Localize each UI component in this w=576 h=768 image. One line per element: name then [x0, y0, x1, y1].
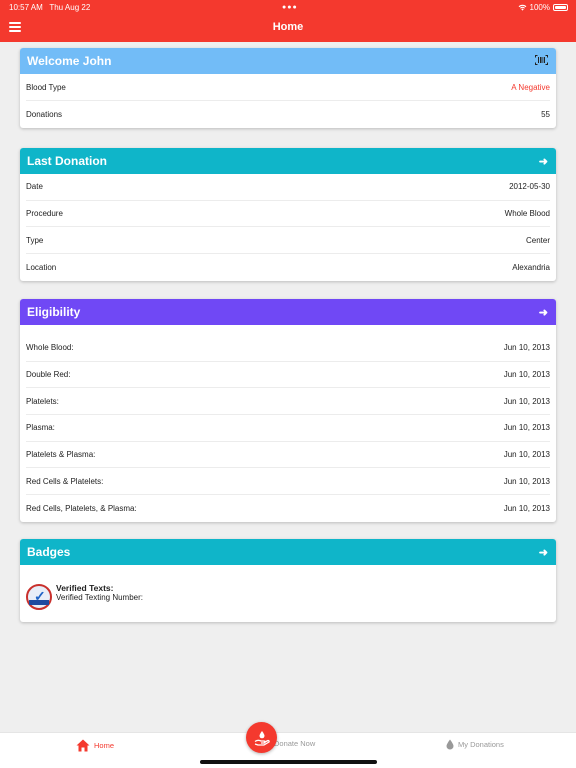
donation-date-row: Date 2012-05-30: [26, 174, 550, 201]
tab-donate-now[interactable]: Donate Now: [274, 739, 315, 748]
row-value: 2012-05-30: [509, 182, 550, 192]
row-label: Platelets:: [26, 396, 59, 406]
eligibility-row: Red Cells, Platelets, & Plasma: Jun 10, 2…: [26, 495, 550, 522]
blood-type-value: A Negative: [511, 82, 550, 92]
donations-count-row: Donations 55: [26, 101, 550, 128]
row-value: Jun 10, 2013: [503, 423, 550, 433]
page-title: Home: [272, 21, 304, 33]
last-donation-card: Last Donation ➜ Date 2012-05-30 Procedure…: [20, 148, 556, 281]
eligibility-row: Platelets & Plasma: Jun 10, 2013: [26, 442, 550, 469]
home-indicator: [200, 760, 377, 764]
tab-home[interactable]: Home: [76, 739, 114, 752]
badges-header[interactable]: Badges ➜: [20, 539, 556, 565]
row-label: Location: [26, 262, 57, 272]
arrow-right-icon[interactable]: ➜: [539, 546, 548, 559]
row-value: Jun 10, 2013: [503, 450, 550, 460]
barcode-icon[interactable]: [535, 54, 548, 68]
badges-card: Badges ➜ ✓ Verified Texts: Verified Text…: [20, 539, 556, 622]
last-donation-header[interactable]: Last Donation ➜: [20, 148, 556, 174]
tab-my-donations-label: My Donations: [458, 740, 504, 749]
verified-badge-icon: ✓: [26, 584, 52, 610]
eligibility-row: Plasma: Jun 10, 2013: [26, 415, 550, 442]
badge-subtitle: Verified Texting Number:: [56, 593, 144, 602]
status-bar: 10:57 AM Thu Aug 22 ●●● 100%: [0, 0, 576, 14]
arrow-right-icon[interactable]: ➜: [539, 155, 548, 168]
donations-count-value: 55: [541, 110, 550, 119]
row-label: Platelets & Plasma:: [26, 450, 96, 460]
row-label: Procedure: [26, 209, 63, 219]
row-value: Alexandria: [512, 262, 550, 272]
row-value: Jun 10, 2013: [503, 476, 550, 486]
donation-type-row: Type Center: [26, 227, 550, 255]
row-label: Type: [26, 235, 44, 245]
eligibility-title: Eligibility: [27, 305, 81, 319]
row-label: Red Cells, Platelets, & Plasma:: [26, 503, 137, 513]
welcome-card-header: Welcome John: [20, 48, 556, 74]
navigation-bar: Home: [0, 14, 576, 42]
row-value: Jun 10, 2013: [503, 503, 550, 513]
row-value: Jun 10, 2013: [503, 396, 550, 406]
row-label: Double Red:: [26, 370, 71, 380]
eligibility-row: Platelets: Jun 10, 2013: [26, 388, 550, 416]
row-label: Donations: [26, 110, 63, 119]
donate-now-button[interactable]: [246, 722, 277, 753]
row-label: Blood Type: [26, 82, 66, 92]
row-value: Whole Blood: [504, 209, 550, 219]
eligibility-card: Eligibility ➜ Whole Blood: Jun 10, 2013 D…: [20, 299, 556, 522]
badge-item: ✓ Verified Texts: Verified Texting Numbe…: [20, 565, 556, 622]
tab-donate-label: Donate Now: [274, 739, 316, 748]
badges-title: Badges: [27, 545, 71, 559]
last-donation-title: Last Donation: [27, 154, 107, 168]
arrow-right-icon[interactable]: ➜: [539, 306, 548, 319]
eligibility-header[interactable]: Eligibility ➜: [20, 299, 556, 325]
eligibility-row: Red Cells & Platelets: Jun 10, 2013: [26, 468, 550, 496]
eligibility-row: Whole Blood: Jun 10, 2013: [26, 335, 550, 362]
blood-drop-icon: [446, 739, 454, 750]
badge-text: Verified Texts: Verified Texting Number:: [56, 583, 143, 602]
row-value: Jun 10, 2013: [503, 370, 550, 380]
donation-procedure-row: Procedure Whole Blood: [26, 201, 550, 228]
row-value: Center: [525, 235, 550, 245]
donation-location-row: Location Alexandria: [26, 254, 550, 281]
welcome-card: Welcome John Blood Type A Negative Donat…: [20, 48, 556, 128]
eligibility-row: Double Red: Jun 10, 2013: [26, 362, 550, 389]
multitasking-dots-icon: ●●●: [282, 4, 298, 11]
battery-icon: [553, 4, 568, 11]
tab-home-label: Home: [94, 741, 115, 750]
row-label: Date: [26, 182, 43, 192]
home-icon: [76, 739, 90, 752]
status-right: 100%: [518, 3, 568, 12]
wifi-icon: [518, 4, 526, 11]
tab-my-donations[interactable]: My Donations: [446, 739, 504, 750]
welcome-title: Welcome John: [27, 54, 112, 68]
status-time-date: 10:57 AM Thu Aug 22: [9, 3, 91, 12]
blood-type-row: Blood Type A Negative: [26, 74, 550, 101]
row-label: Whole Blood:: [26, 343, 74, 353]
row-value: Jun 10, 2013: [503, 343, 550, 353]
row-label: Plasma:: [26, 423, 55, 433]
hand-drop-icon: [254, 730, 270, 746]
battery-percent: 100%: [529, 3, 550, 12]
row-label: Red Cells & Platelets:: [26, 476, 104, 486]
badge-title: Verified Texts:: [56, 583, 114, 593]
